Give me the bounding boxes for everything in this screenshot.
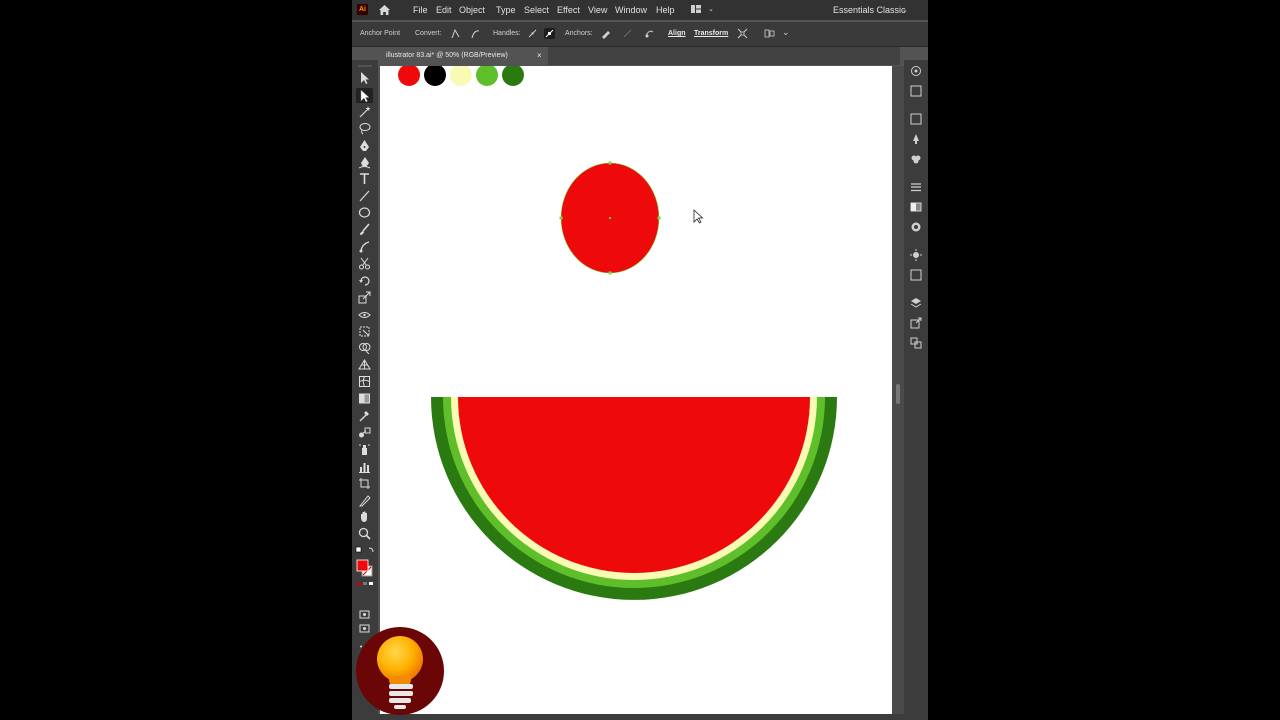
rotate-tool-icon[interactable]: [358, 274, 371, 287]
line-segment-tool-icon[interactable]: [358, 189, 371, 202]
cursor-icon: [693, 209, 704, 224]
slice-tool-icon[interactable]: [358, 494, 371, 507]
anchor-point[interactable]: [608, 271, 612, 275]
hand-tool-icon[interactable]: [358, 510, 371, 523]
scale-tool-icon[interactable]: [358, 291, 371, 304]
direct-selection-tool-icon[interactable]: [356, 87, 373, 103]
symbols-panel-icon[interactable]: [910, 152, 922, 164]
stroke-panel-icon[interactable]: [910, 180, 922, 192]
blend-tool-icon[interactable]: [358, 426, 371, 439]
magic-wand-tool-icon[interactable]: [358, 105, 371, 118]
convert-to-smooth-icon[interactable]: [470, 28, 481, 39]
artboard[interactable]: [380, 66, 892, 714]
lasso-tool-icon[interactable]: [358, 122, 371, 135]
illustrator-window: Ai File Edit Object Type Select Effect V…: [352, 0, 928, 720]
transparency-panel-icon[interactable]: [910, 220, 922, 232]
type-tool-icon[interactable]: [358, 172, 371, 185]
transform-button[interactable]: Transform: [694, 30, 728, 37]
convert-label: Convert:: [415, 30, 442, 37]
shaper-tool-icon[interactable]: [358, 240, 371, 253]
menu-file[interactable]: File: [413, 5, 428, 15]
anchor-point[interactable]: [657, 216, 661, 220]
watermelon-slice[interactable]: [431, 397, 837, 600]
anchor-point-label: Anchor Point: [360, 30, 401, 37]
scissors-tool-icon[interactable]: [358, 257, 371, 270]
gradient-panel-icon[interactable]: [910, 200, 922, 212]
anchors-label: Anchors:: [565, 30, 593, 37]
width-tool-icon[interactable]: [358, 308, 371, 321]
shape-builder-tool-icon[interactable]: [358, 341, 371, 355]
center-point: [609, 217, 611, 219]
tools-panel: [352, 60, 378, 720]
scrollbar-thumb[interactable]: [896, 384, 900, 404]
pen-tool-icon[interactable]: [358, 139, 371, 152]
remove-anchor-icon[interactable]: [600, 28, 611, 39]
anchor-point[interactable]: [559, 216, 563, 220]
draw-mode-icon[interactable]: [358, 608, 371, 621]
distribute-icon[interactable]: [764, 28, 775, 39]
isolate-object-icon[interactable]: [737, 28, 748, 39]
paintbrush-tool-icon[interactable]: [358, 223, 371, 236]
selected-ellipse[interactable]: [559, 161, 661, 275]
menu-select[interactable]: Select: [524, 5, 549, 15]
control-bar: Anchor Point Convert: Handles: Anchors: …: [352, 22, 928, 47]
show-handles-icon[interactable]: [527, 28, 538, 39]
artboard-tool-icon[interactable]: [358, 477, 371, 490]
document-tab-title: illustrator 83.ai* @ 50% (RGB/Preview): [386, 52, 508, 59]
selection-tool-icon[interactable]: [358, 71, 371, 84]
document-tab[interactable]: illustrator 83.ai* @ 50% (RGB/Preview) ×: [380, 47, 548, 65]
lightbulb-logo: [356, 627, 444, 715]
menu-bar: Ai File Edit Object Type Select Effect V…: [352, 0, 928, 20]
symbol-sprayer-tool-icon[interactable]: [358, 443, 371, 456]
connect-endpoints-icon[interactable]: [622, 28, 633, 39]
menu-object[interactable]: Object: [459, 5, 485, 15]
align-button[interactable]: Align: [668, 30, 686, 37]
handles-label: Handles:: [493, 30, 521, 37]
zoom-tool-icon[interactable]: [358, 527, 371, 540]
menu-effect[interactable]: Effect: [557, 5, 580, 15]
document-tab-bar: illustrator 83.ai* @ 50% (RGB/Preview) ×: [380, 47, 900, 65]
artwork-layer: [431, 161, 837, 600]
status-bar: [378, 714, 904, 720]
color-guide-panel-icon[interactable]: [910, 84, 922, 97]
eyedropper-tool-icon[interactable]: [358, 409, 371, 422]
vertical-scrollbar[interactable]: [892, 66, 904, 714]
ellipse-tool-icon[interactable]: [358, 206, 371, 219]
fill-stroke-widget[interactable]: [355, 546, 375, 586]
swatches-panel-icon[interactable]: [910, 112, 922, 125]
asset-export-panel-icon[interactable]: [910, 316, 922, 329]
appearance-panel-icon[interactable]: [910, 248, 922, 261]
hide-handles-icon[interactable]: [544, 28, 555, 39]
graphic-styles-panel-icon[interactable]: [910, 268, 922, 281]
panel-collapse-icon[interactable]: [356, 64, 374, 69]
chevron-down-icon[interactable]: ⌄: [902, 6, 908, 14]
close-icon[interactable]: ×: [537, 47, 542, 65]
chevron-down-icon[interactable]: ⌄: [708, 5, 714, 13]
anchor-point[interactable]: [608, 161, 612, 165]
cut-path-icon[interactable]: [644, 28, 655, 39]
home-icon[interactable]: [378, 3, 391, 16]
arrange-documents-icon[interactable]: [691, 4, 701, 14]
brushes-panel-icon[interactable]: [910, 132, 922, 144]
chevron-down-icon[interactable]: ⌄: [782, 27, 790, 38]
color-panel-icon[interactable]: [910, 64, 922, 76]
curvature-tool-icon[interactable]: [358, 156, 371, 169]
free-transform-tool-icon[interactable]: [358, 325, 371, 338]
menu-window[interactable]: Window: [615, 5, 647, 15]
panel-dock: [904, 60, 928, 720]
perspective-grid-tool-icon[interactable]: [358, 358, 371, 371]
convert-to-corner-icon[interactable]: [450, 28, 461, 39]
app-logo: Ai: [357, 4, 368, 15]
menu-help[interactable]: Help: [656, 5, 675, 15]
gradient-tool-icon[interactable]: [358, 392, 371, 405]
menu-view[interactable]: View: [588, 5, 607, 15]
graph-tool-icon[interactable]: [358, 460, 371, 473]
menu-type[interactable]: Type: [496, 5, 516, 15]
mesh-tool-icon[interactable]: [358, 375, 371, 388]
menu-edit[interactable]: Edit: [436, 5, 452, 15]
artboards-panel-icon[interactable]: [910, 336, 922, 349]
layers-panel-icon[interactable]: [910, 296, 922, 308]
workspace-switcher[interactable]: Essentials Classic: [833, 5, 906, 15]
